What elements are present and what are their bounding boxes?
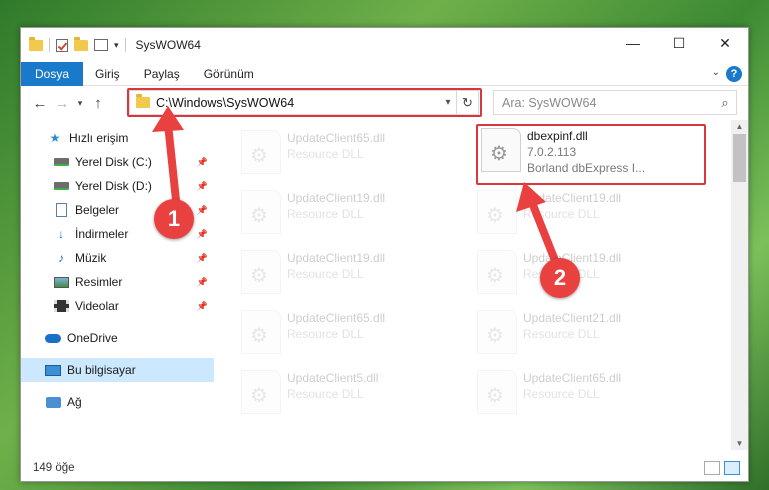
- arrow-2: [516, 182, 562, 272]
- arrow-1: [152, 106, 184, 204]
- annotation-arrows: [152, 106, 562, 272]
- step-2-badge: 2: [540, 258, 580, 298]
- step-1-badge: 1: [154, 199, 194, 239]
